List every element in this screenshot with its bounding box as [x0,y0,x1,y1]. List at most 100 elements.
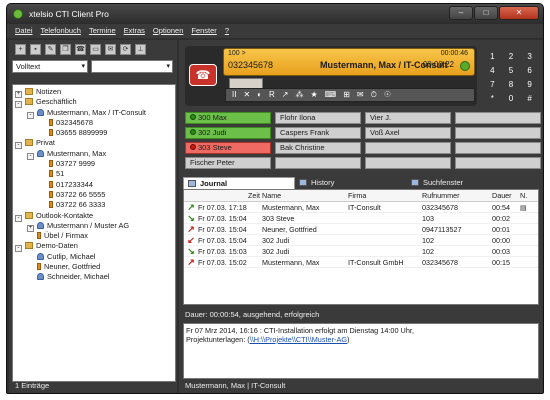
keypad-key[interactable]: 5 [502,64,521,78]
copy-icon[interactable]: ❐ [60,44,71,55]
note-icon[interactable]: ▤ [520,202,534,212]
new-folder-icon[interactable]: ▪ [30,44,41,55]
hangup-button[interactable]: ☎ [189,64,217,86]
call-control-icon[interactable]: R [269,89,275,101]
tree-node[interactable]: - Geschäftlich [13,97,175,109]
col-rufnummer[interactable]: Rufnummer [422,190,492,201]
call-control-icon[interactable]: ⏱ [371,89,377,101]
tree-node[interactable]: 03727 9999 [13,159,175,169]
tree-node[interactable]: Cutlip, Michael [13,252,175,262]
tab-journal[interactable]: Journal [183,177,295,189]
tree-node[interactable]: - Mustermann, Max / IT-Consult [13,108,175,119]
keypad-key[interactable]: * [483,92,502,106]
call-control-icon[interactable]: ↗ [282,89,289,101]
tree-node[interactable]: Übel / Firmax [13,231,175,241]
call-control-icon[interactable]: ★ [310,89,317,101]
blf-key[interactable] [275,157,361,169]
maximize-button[interactable]: □ [474,6,498,20]
blf-key[interactable]: Voß Axel [365,127,451,139]
table-row[interactable]: ↗ Fr 07.03. 15:04 Neuner, Gottfried 0947113… [184,224,538,235]
table-row[interactable]: ↘ Fr 07.03. 15:04 303 Steve 103 00:02 [184,213,538,224]
pin-icon[interactable]: ⊥ [135,44,146,55]
close-button[interactable]: ✕ [499,6,539,20]
table-row[interactable]: ↘ Fr 07.03. 15:03 302 Judi 102 00:03 [184,246,538,257]
call-control-icon[interactable]: II [232,89,236,101]
blf-key[interactable]: 303 Steve [185,142,271,154]
blf-key[interactable] [365,142,451,154]
minimize-button[interactable]: – [449,6,473,20]
accept-icon[interactable] [460,61,470,71]
call-control-icon[interactable]: ⊞ [343,89,350,101]
tree-node[interactable]: - Outlook-Kontakte [13,211,175,222]
menu-extras[interactable]: Extras [124,24,145,38]
keypad-key[interactable]: 2 [502,50,521,64]
col-firma[interactable]: Firma [348,190,422,201]
call-control-icon[interactable]: ⌨ [325,89,337,101]
tree-node[interactable]: 03655 8899999 [13,128,175,138]
tree-node[interactable]: - Mustermann, Max [13,149,175,160]
blf-key[interactable]: 302 Judi [185,127,271,139]
col-notes[interactable]: N. [520,190,534,201]
note-icon[interactable] [520,213,534,223]
blf-key[interactable]: 300 Max [185,112,271,124]
note-icon[interactable] [520,235,534,245]
note-icon[interactable] [520,224,534,234]
table-row[interactable]: ↗ Fr 07.03. 15:02 Mustermann, Max IT-Consul… [184,257,538,268]
contact-tree[interactable]: + Notizen - Geschäftlich - Mustermann, Max / … [12,84,176,382]
menu-telefonbuch[interactable]: Telefonbuch [41,24,81,38]
keypad-key[interactable]: 4 [483,64,502,78]
keypad-key[interactable]: 8 [502,78,521,92]
active-call-tab[interactable] [229,78,263,88]
tab-search[interactable]: Suchfenster [407,177,517,189]
notes-area[interactable]: Fr 07 Mrz 2014, 16:16 : CTI-Installation… [183,323,539,379]
blf-key[interactable]: Flohr Ilona [275,112,361,124]
call-control-icon[interactable]: ☉ [384,89,391,101]
keypad-key[interactable]: # [520,92,539,106]
tree-node[interactable]: 017233344 [13,180,175,190]
mail-icon[interactable]: ✉ [105,44,116,55]
keypad-key[interactable]: 7 [483,78,502,92]
blf-key[interactable] [455,157,541,169]
tree-node[interactable]: 51 [13,169,175,179]
blf-key[interactable] [365,157,451,169]
note-icon[interactable] [520,246,534,256]
tree-node[interactable]: + Mustermann / Muster AG [13,221,175,232]
col-zeit[interactable]: Zeit [198,190,262,201]
blf-key[interactable]: Fischer Peter [185,157,271,169]
tree-node[interactable]: + Notizen [13,87,175,98]
menu-datei[interactable]: Datei [15,24,33,38]
col-dauer[interactable]: Dauer [492,190,520,201]
tree-node[interactable]: Neuner, Gottfried [13,262,175,272]
menu-help[interactable]: ? [225,24,229,38]
tree-node[interactable]: Schneider, Michael [13,272,175,282]
blf-key[interactable]: Caspers Frank [275,127,361,139]
blf-key[interactable] [455,142,541,154]
blf-key[interactable] [455,127,541,139]
col-name[interactable]: Name [262,190,348,201]
tree-node[interactable]: 03722 66 3333 [13,200,175,210]
blf-key[interactable]: Bak Christine [275,142,361,154]
keypad-key[interactable]: 6 [520,64,539,78]
filter-value-select[interactable] [91,60,173,73]
tree-node[interactable]: - Privat [13,138,175,150]
blf-key[interactable]: Vier J. [365,112,451,124]
table-row[interactable]: ↙ Fr 07.03. 15:04 302 Judi 102 00:00 [184,235,538,246]
tree-node[interactable]: - Demo-Daten [13,241,175,253]
call-control-icon[interactable]: ✕ [243,89,250,101]
keypad-key[interactable]: 0 [502,92,521,106]
edit-icon[interactable]: ✎ [45,44,56,55]
table-row[interactable]: ↗ Fr 07.03. 17:18 Mustermann, Max IT-Consul… [184,202,538,213]
dial-icon[interactable]: ☎ [75,44,86,55]
call-control-icon[interactable]: ✉ [357,89,364,101]
call-control-icon[interactable]: ⁂ [295,89,303,101]
menu-optionen[interactable]: Optionen [153,24,183,38]
card-icon[interactable]: ▭ [90,44,101,55]
blf-key[interactable] [455,112,541,124]
call-control-icon[interactable]: ◐ [257,89,262,101]
filter-mode-select[interactable]: Volltext [12,60,88,73]
tree-node[interactable]: 03722 66 5555 [13,190,175,200]
keypad-key[interactable]: 1 [483,50,502,64]
sync-icon[interactable]: ⟳ [120,44,131,55]
keypad-key[interactable]: 9 [520,78,539,92]
menu-fenster[interactable]: Fenster [191,24,216,38]
